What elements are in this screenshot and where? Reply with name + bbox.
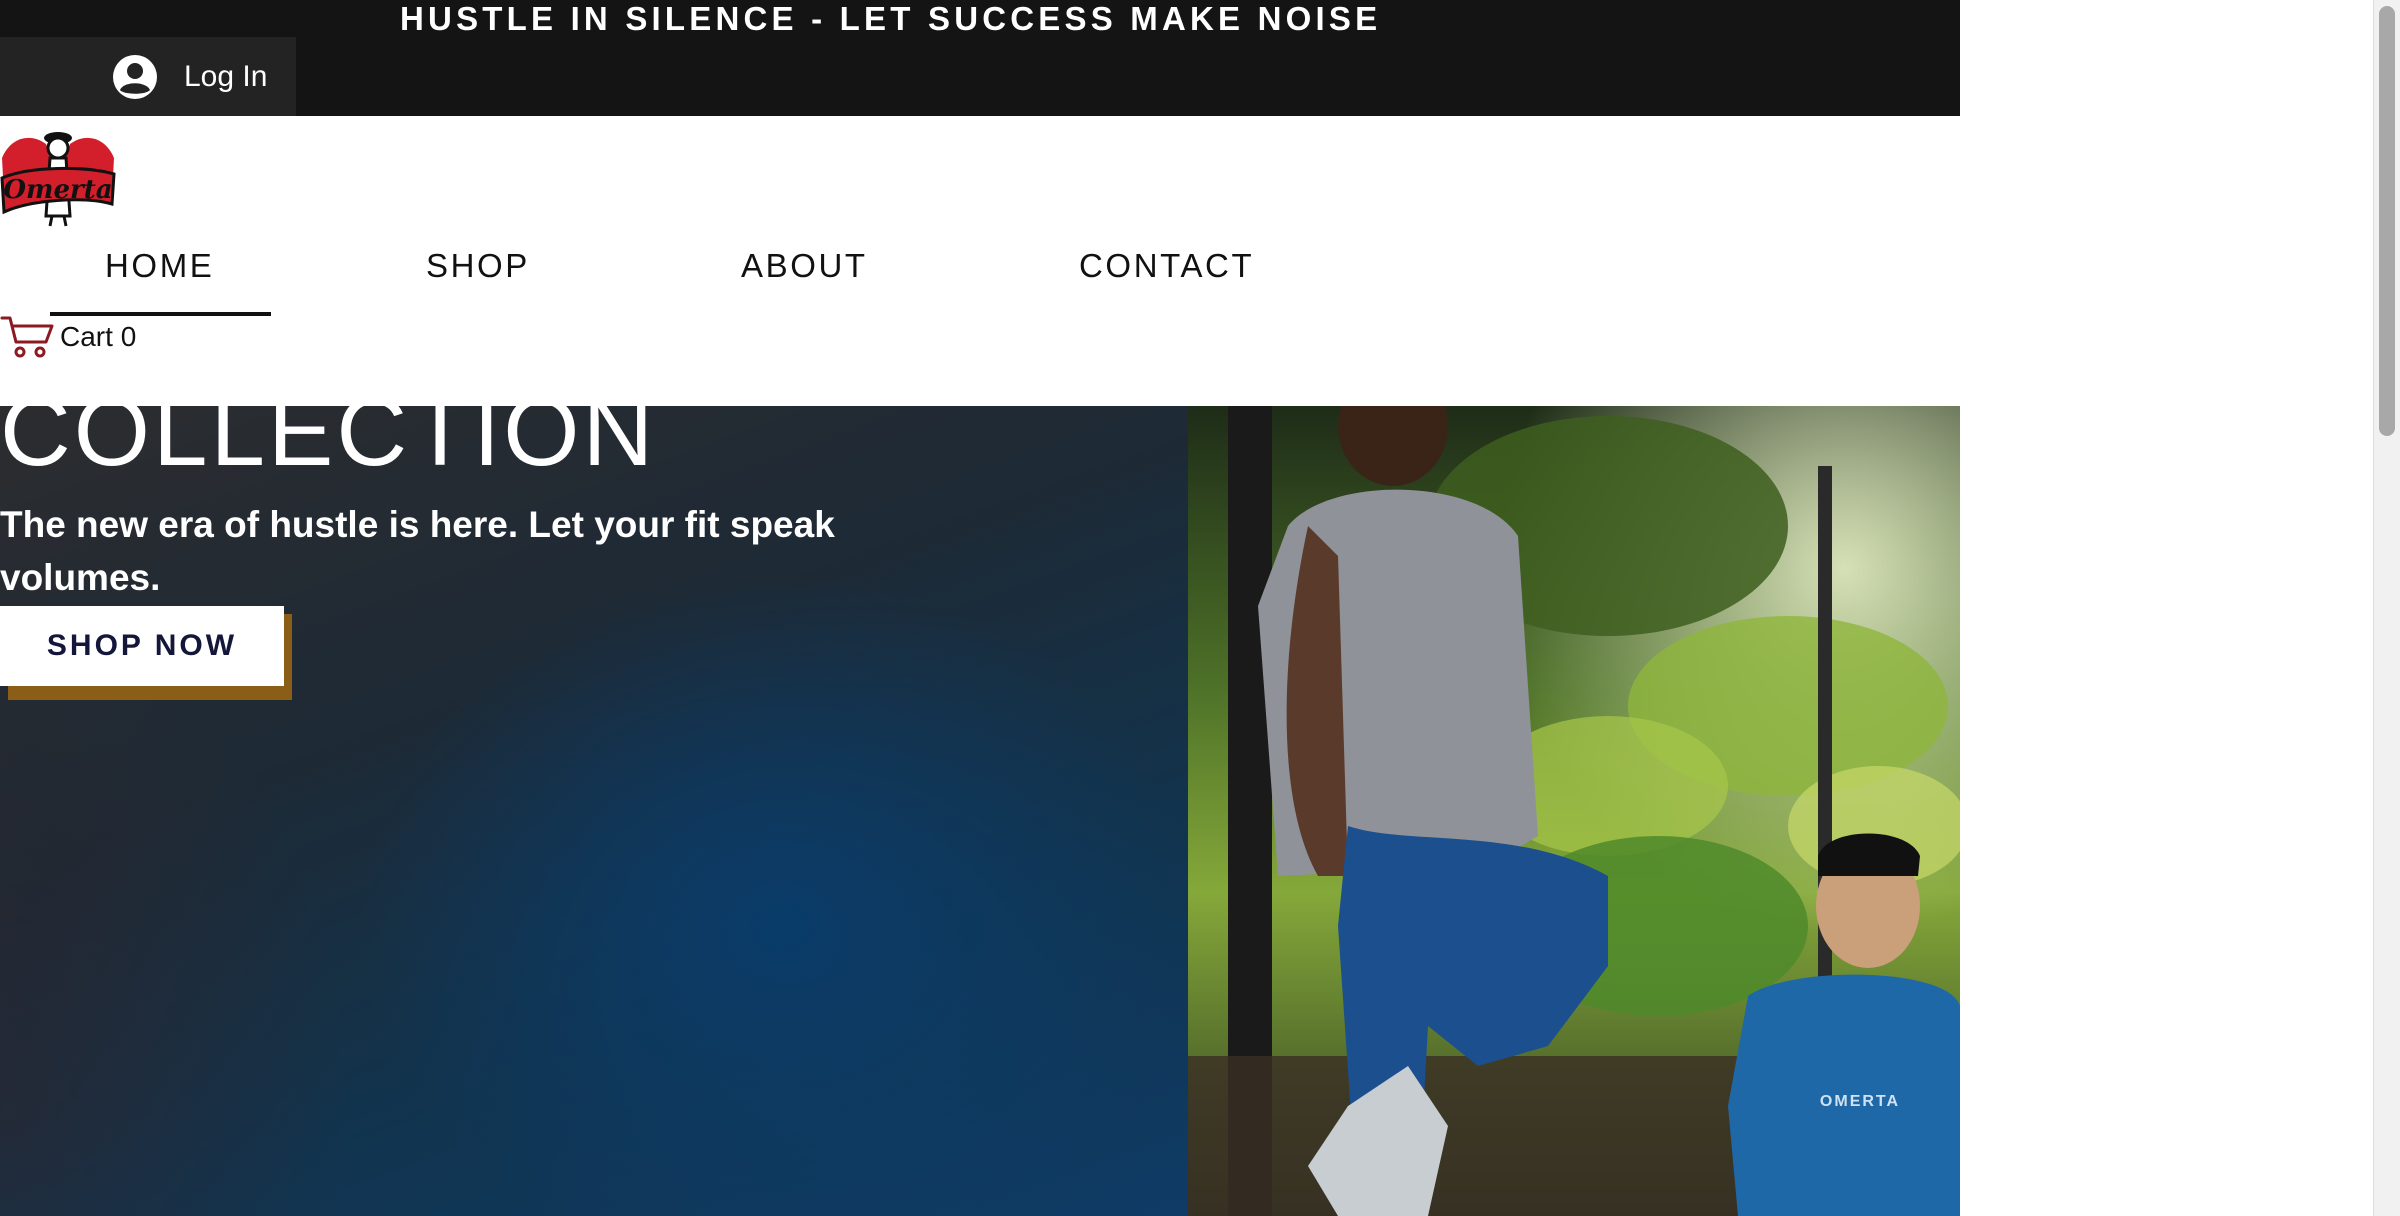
hero-title: COLLECTION xyxy=(0,406,657,486)
cart-label: Cart 0 xyxy=(60,321,137,352)
cart-count: 0 xyxy=(120,321,137,352)
shopping-cart-icon xyxy=(0,316,54,358)
hero-photo: OMERTA xyxy=(1188,406,1960,1216)
announcement-text: HUSTLE IN SILENCE - LET SUCCESS MAKE NOI… xyxy=(400,0,1382,37)
nav-about[interactable]: ABOUT xyxy=(741,246,868,306)
site-header: Omerta HOME SHOP ABOUT CONTACT Cart 0 xyxy=(0,116,2373,406)
cart-button[interactable]: Cart 0 xyxy=(0,314,136,360)
page-scrollbar[interactable] xyxy=(2373,0,2400,1216)
nav-shop[interactable]: SHOP xyxy=(426,246,530,306)
omerta-logo[interactable]: Omerta xyxy=(0,118,116,230)
shop-now-button[interactable]: SHOP NOW xyxy=(0,606,284,686)
logo-wordmark: Omerta xyxy=(3,175,112,205)
page-scroll-thumb[interactable] xyxy=(2379,6,2395,436)
announcement-bar: HUSTLE IN SILENCE - LET SUCCESS MAKE NOI… xyxy=(0,0,1960,116)
shirt-print: OMERTA xyxy=(1820,1093,1900,1110)
login-button[interactable]: Log In xyxy=(0,37,296,116)
user-avatar-icon xyxy=(113,55,157,99)
nav-contact[interactable]: CONTACT xyxy=(1079,246,1254,306)
login-label: Log In xyxy=(184,60,268,93)
page: HUSTLE IN SILENCE - LET SUCCESS MAKE NOI… xyxy=(0,0,2373,1216)
hero-subtitle: The new era of hustle is here. Let your … xyxy=(0,504,835,598)
hero-section: COLLECTION The new era of hustle is here… xyxy=(0,406,1960,1216)
nav-home[interactable]: HOME xyxy=(105,246,214,306)
